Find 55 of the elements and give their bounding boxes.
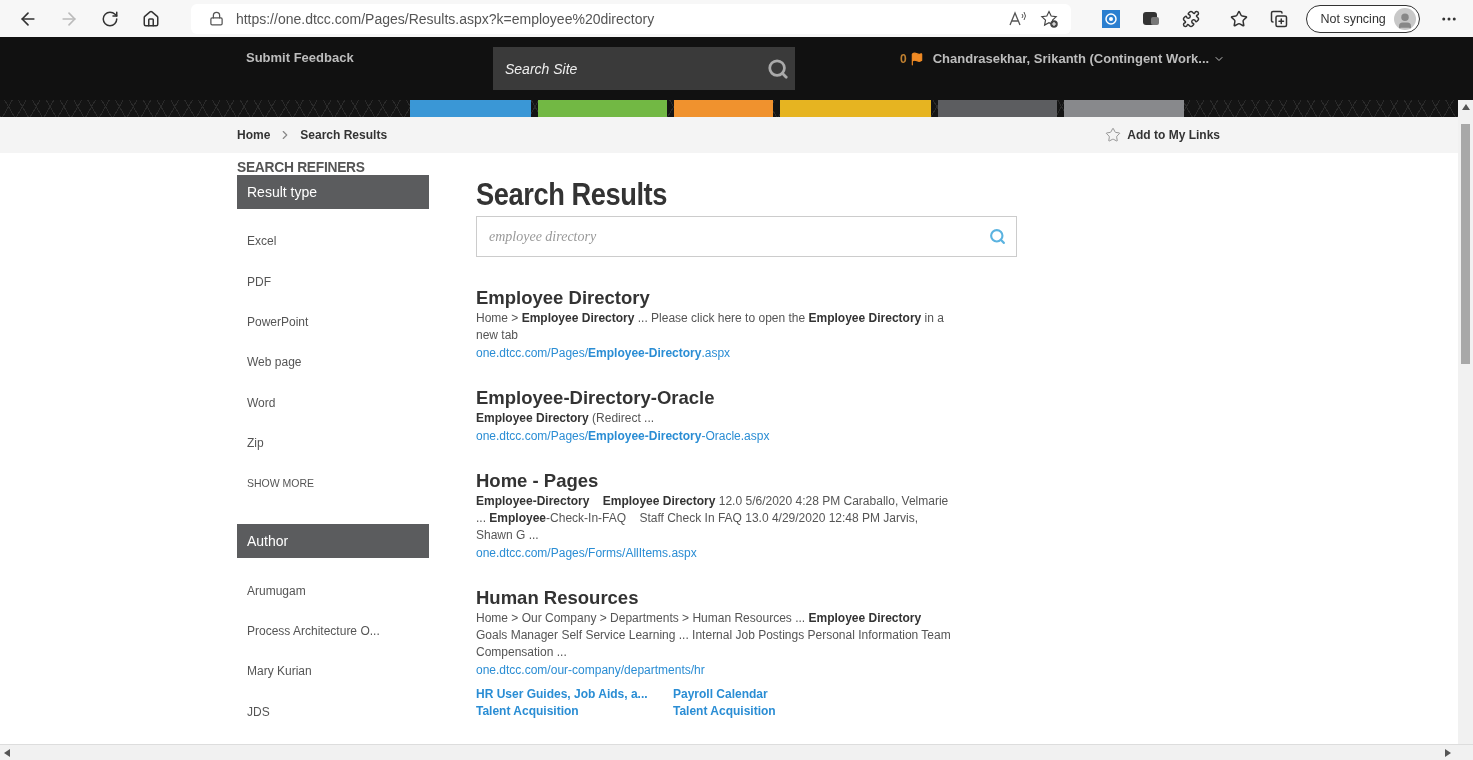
deep-link[interactable]: Talent Acquisition [673, 703, 870, 720]
refiner-item[interactable]: Web page [237, 342, 429, 383]
refiner-group-header: Result type [237, 175, 429, 209]
result-snippet: Employee Directory (Redirect ... [476, 410, 656, 427]
read-aloud-icon[interactable] [1009, 10, 1028, 27]
result-title[interactable]: Home - Pages [476, 469, 951, 493]
result-url[interactable]: one.dtcc.com/Pages/Forms/AllItems.aspx [476, 544, 951, 562]
result-snippet: Home > Our Company > Departments > Human Resources ... Employee Directory Goals Manager Self Service Learning ... Internal Job Postings Personal Information Team Compensation ... [476, 610, 951, 661]
page-title: Search Results [476, 177, 668, 213]
profile-button[interactable]: Not syncing [1306, 4, 1420, 33]
refiner-group-header: Author [237, 524, 429, 559]
url-text: https://one.dtcc.com/Pages/Results.aspx?k=employee%20directory [235, 10, 656, 27]
deep-link[interactable]: Payroll Calendar [673, 686, 870, 703]
result-title[interactable]: Employee-Directory-Oracle [476, 386, 951, 410]
refiner-item[interactable]: PDF [237, 261, 429, 302]
add-favorite-icon[interactable] [1039, 8, 1060, 29]
deep-link[interactable]: Talent Acquisition [476, 703, 673, 720]
feedback-link[interactable]: Submit Feedback [246, 50, 493, 65]
result-url[interactable]: one.dtcc.com/our-company/departments/hr [476, 661, 951, 679]
result-title[interactable]: Employee Directory [476, 286, 951, 310]
result-snippet: Home > Employee Directory ... Please click here to open the Employee Directory in a new tab [476, 310, 945, 344]
refiner-item[interactable]: Excel [237, 221, 429, 262]
search-icon[interactable] [767, 57, 789, 80]
site-search-field[interactable]: Search Site [503, 59, 767, 78]
address-bar[interactable]: https://one.dtcc.com/Pages/Results.aspx?k=employee%20directory [190, 3, 1072, 34]
star-icon [1105, 127, 1122, 143]
refiner-item[interactable]: PowerPoint [237, 301, 429, 343]
scroll-right-icon[interactable] [1445, 748, 1451, 757]
refiner-item[interactable]: Process Architecture O... [237, 610, 429, 652]
user-menu[interactable]: Chandrasekhar, Srikanth (Contingent Work... [932, 51, 1226, 66]
refiner-item[interactable]: JDS [237, 691, 429, 732]
refresh-icon[interactable] [101, 9, 120, 28]
flag-count: 0 [900, 51, 907, 66]
add-links-link[interactable]: Add to My Links [1105, 127, 1220, 143]
breadcrumb-item[interactable]: Search Results [300, 128, 388, 142]
scroll-up-icon[interactable] [1461, 104, 1470, 110]
home-icon[interactable] [142, 9, 161, 28]
refiner-item[interactable]: Arumugam [237, 570, 429, 611]
lock-icon [208, 11, 224, 26]
avatar-icon [1393, 7, 1416, 30]
refiner-item[interactable]: Mary Kurian [237, 651, 429, 692]
refiners-heading: SEARCH REFINERS [237, 158, 366, 175]
flag-icon [909, 51, 924, 66]
result-url[interactable]: one.dtcc.com/Pages/Employee-Directory.aspx [476, 344, 951, 362]
deep-link[interactable]: HR User Guides, Job Aids, a... [476, 686, 673, 703]
refiner-item[interactable]: Word [237, 382, 429, 423]
result-snippet: Employee-Directory Employee Directory 12.0 5/6/2020 4:28 PM Caraballo, Velmarie ... Employee-Check-In-FAQ Staff Check In FAQ 13.0 4/29/2020 12:48 PM Jarvis, Shawn G ... [476, 493, 950, 544]
breadcrumb-item[interactable]: Home [237, 128, 271, 142]
site-search-bar[interactable]: Search Site [493, 47, 795, 90]
show-more-link[interactable]: SHOW MORE [237, 463, 429, 504]
result-title[interactable]: Human Resources [476, 586, 951, 610]
scrollbar-thumb[interactable] [1461, 124, 1470, 364]
refiner-item[interactable]: Zip [237, 422, 429, 464]
scroll-left-icon[interactable] [4, 748, 10, 757]
result-url[interactable]: one.dtcc.com/Pages/Employee-Directory-Oracle.aspx [476, 427, 951, 445]
